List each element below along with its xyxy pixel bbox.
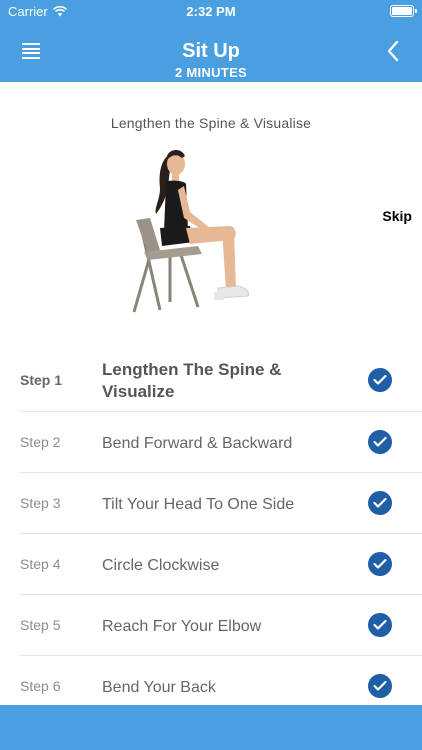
checkmark-icon: [368, 613, 392, 637]
back-chevron-icon[interactable]: [386, 40, 400, 62]
step-number: Step 2: [20, 434, 61, 450]
step-row-2[interactable]: Step 2 Bend Forward & Backward: [20, 412, 422, 473]
step-title: Lengthen The Spine & Visualize: [102, 360, 282, 401]
step-title: Bend Forward & Backward: [102, 435, 293, 452]
step-row-1[interactable]: Step 1 Lengthen The Spine & Visualize: [20, 350, 422, 412]
status-time: 2:32 PM: [186, 4, 236, 19]
step-number: Step 1: [20, 372, 63, 388]
step-number: Step 5: [20, 617, 61, 633]
battery-icon: [390, 5, 417, 17]
step-title: Reach For Your Elbow: [102, 618, 262, 635]
bottom-bar: [0, 705, 422, 750]
status-bar: Carrier 2:32 PM: [0, 0, 422, 22]
step-title: Circle Clockwise: [102, 557, 220, 574]
checkmark-icon: [368, 674, 392, 698]
page-title: Sit Up: [182, 40, 240, 62]
checkmark-icon: [368, 368, 392, 392]
exercise-caption: Lengthen the Spine & Visualise: [110, 115, 312, 131]
step-row-4[interactable]: Step 4 Circle Clockwise: [20, 534, 422, 595]
duration-label: 2 MINUTES: [174, 65, 248, 80]
step-number: Step 6: [20, 678, 61, 694]
steps-list: Step 1 Lengthen The Spine & Visualize St…: [20, 350, 422, 717]
seated-woman-illustration: [132, 150, 249, 313]
top-bar: Carrier 2:32 PM Sit Up 2 MINUTES: [0, 0, 422, 82]
step-number: Step 3: [20, 495, 61, 511]
checkmark-icon: [368, 430, 392, 454]
step-title: Tilt Your Head To One Side: [102, 496, 295, 513]
step-row-5[interactable]: Step 5 Reach For Your Elbow: [20, 595, 422, 656]
step-row-3[interactable]: Step 3 Tilt Your Head To One Side: [20, 473, 422, 534]
checkmark-icon: [368, 552, 392, 576]
step-number: Step 4: [20, 556, 61, 572]
skip-button[interactable]: Skip: [382, 208, 412, 224]
checkmark-icon: [368, 491, 392, 515]
exercise-preview: Lengthen the Spine & Visualise Skip: [0, 82, 422, 342]
step-title: Bend Your Back: [102, 679, 216, 696]
